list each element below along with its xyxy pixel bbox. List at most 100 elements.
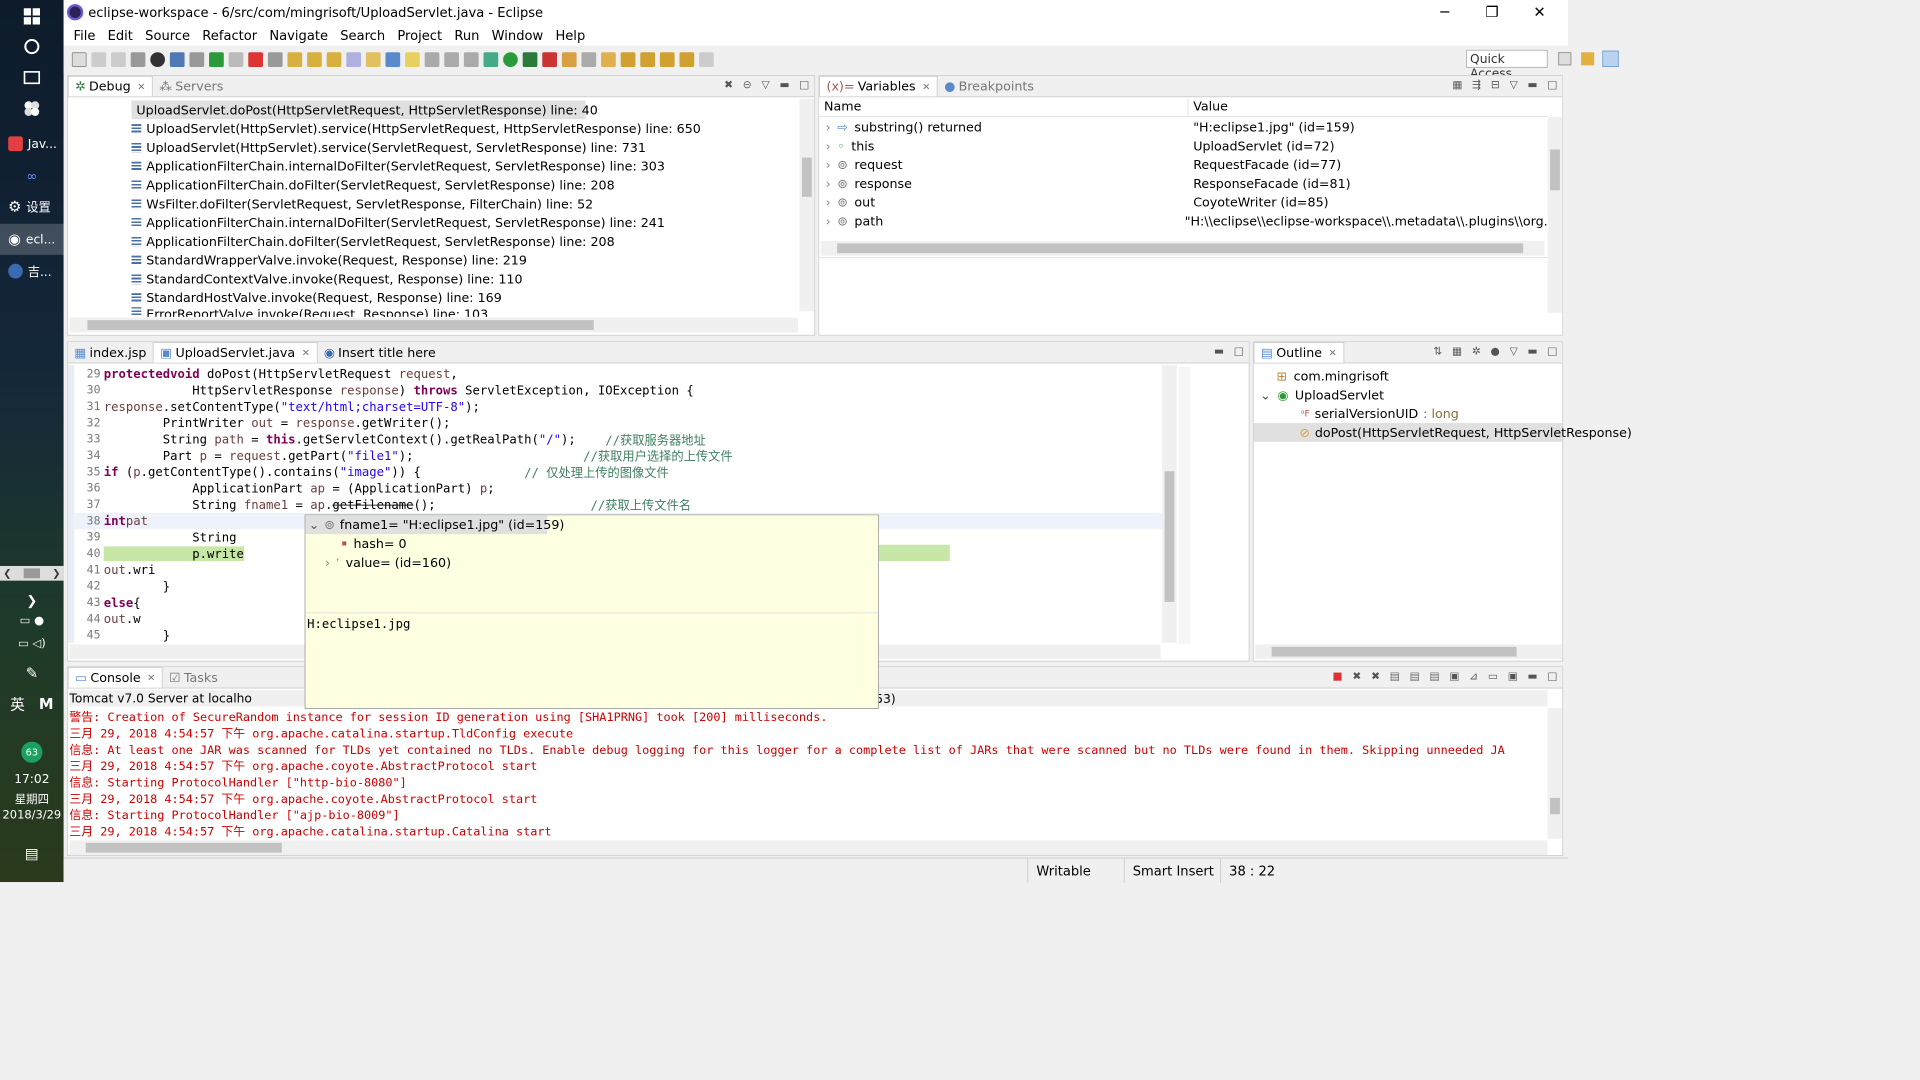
variable-row[interactable]: › ◦ this UploadServlet (id=72) xyxy=(819,136,1547,155)
disconnect-icon[interactable] xyxy=(267,52,283,67)
terminate-icon[interactable] xyxy=(248,52,263,67)
menu-run[interactable]: Run xyxy=(449,27,486,43)
ime-indicator[interactable]: 英 M xyxy=(0,688,64,721)
hide-nonpublic-icon[interactable]: ● xyxy=(1491,345,1500,357)
menu-search[interactable]: Search xyxy=(335,27,392,43)
show-logical-structure-icon[interactable]: ⇶ xyxy=(1472,79,1481,91)
debug-perspective-icon[interactable] xyxy=(1602,50,1619,67)
network-volume-icon[interactable]: ▭ ◁) xyxy=(0,627,64,660)
hide-static-icon[interactable]: ✲ xyxy=(1472,345,1481,357)
taskbar-app-browser[interactable]: 吉... xyxy=(0,256,64,287)
stack-frame[interactable]: UploadServlet(HttpServlet).service(Servl… xyxy=(131,138,789,157)
menu-source[interactable]: Source xyxy=(140,27,197,43)
tab-console[interactable]: ▭ Console ✕ xyxy=(67,667,163,688)
menu-file[interactable]: File xyxy=(69,27,103,43)
save-all-icon[interactable] xyxy=(111,52,126,67)
close-tab-icon[interactable]: ✕ xyxy=(302,347,310,358)
external-tools-icon[interactable] xyxy=(542,52,557,67)
tab-tasks[interactable]: ☑ Tasks xyxy=(163,667,225,687)
step-into-icon[interactable] xyxy=(287,52,303,67)
console-horizontal-scrollbar[interactable] xyxy=(69,840,1548,856)
menu-edit[interactable]: Edit xyxy=(103,27,141,43)
suspend-icon[interactable] xyxy=(228,52,244,67)
collapse-all-icon[interactable]: ⊟ xyxy=(1491,79,1500,91)
open-type-icon[interactable] xyxy=(385,52,401,67)
clock-time[interactable]: 17:02 xyxy=(0,772,64,787)
menu-refactor[interactable]: Refactor xyxy=(197,27,264,43)
editor-vertical-scrollbar[interactable] xyxy=(1162,365,1177,643)
popup-child-row[interactable]: ▪ hash= 0 xyxy=(305,534,878,553)
tab-debug[interactable]: ✲ Debug ✕ xyxy=(67,75,153,97)
hide-fields-icon[interactable]: ▦ xyxy=(1452,345,1462,357)
infinity-icon[interactable]: ∞ xyxy=(0,159,64,192)
stack-frame[interactable]: StandardWrapperValve.invoke(Request, Res… xyxy=(131,251,789,270)
run-icon[interactable] xyxy=(503,52,518,67)
popup-vertical-scrollbar[interactable] xyxy=(862,613,878,692)
console-vertical-scrollbar[interactable] xyxy=(1547,708,1563,839)
toolbar-icon[interactable] xyxy=(581,52,597,67)
view-menu-icon[interactable]: ⊝ xyxy=(743,79,752,91)
minimize-view-icon[interactable]: ▬ xyxy=(1528,345,1538,357)
menu-project[interactable]: Project xyxy=(392,27,449,43)
sort-icon[interactable]: ⇅ xyxy=(1433,345,1442,357)
taskbar-app-settings[interactable]: ⚙ 设置 xyxy=(0,191,64,222)
pinwheel-app-icon[interactable] xyxy=(0,92,64,125)
minimize-view-icon[interactable]: ▬ xyxy=(1528,79,1538,91)
minimize-view-icon[interactable]: ▬ xyxy=(1214,345,1224,357)
terminate-icon[interactable]: ■ xyxy=(1333,671,1343,683)
display-console-icon[interactable]: ▭ xyxy=(1488,671,1498,683)
step-over-icon[interactable] xyxy=(307,52,322,67)
toolbar-icon[interactable] xyxy=(463,52,479,67)
maximize-view-icon[interactable]: □ xyxy=(1547,345,1557,357)
quick-access-input[interactable]: Quick Access xyxy=(1465,49,1548,81)
close-tab-icon[interactable]: ✕ xyxy=(922,81,930,92)
print-icon[interactable] xyxy=(130,52,146,67)
minimize-view-icon[interactable]: ▬ xyxy=(779,79,789,91)
resume-icon[interactable] xyxy=(209,52,224,67)
expand-chevron-icon[interactable]: › xyxy=(826,176,831,191)
debug-run-icon[interactable] xyxy=(483,52,499,67)
coverage-icon[interactable] xyxy=(522,52,538,67)
pin-console-icon[interactable]: ⊿ xyxy=(1469,671,1478,683)
remove-launch-icon[interactable]: ✖ xyxy=(1352,671,1361,683)
stack-frame[interactable]: ApplicationFilterChain.internalDoFilter(… xyxy=(131,213,789,232)
column-header-value[interactable]: Value xyxy=(1188,99,1228,116)
chevron-right-icon[interactable]: ❯ xyxy=(52,568,60,579)
notification-badge[interactable]: 63 xyxy=(21,741,43,763)
variable-hover-popup[interactable]: ⌄ ⊚ fname1= "H:eclipse1.jpg" (id=159) ▪ has… xyxy=(304,514,879,709)
taskbar-app-java[interactable]: Jav... xyxy=(0,128,64,159)
stack-frame[interactable]: ApplicationFilterChain.doFilter(ServletR… xyxy=(131,232,789,251)
task-view-icon[interactable] xyxy=(0,61,64,94)
menu-help[interactable]: Help xyxy=(551,27,593,43)
taskbar-scroller[interactable]: ❮ ❯ xyxy=(0,565,64,581)
dropdown-icon[interactable]: ▽ xyxy=(1510,345,1518,357)
menu-navigate[interactable]: Navigate xyxy=(264,27,335,43)
variable-row[interactable]: › ⊚ response ResponseFacade (id=81) xyxy=(819,174,1547,193)
step-return-icon[interactable] xyxy=(326,52,342,67)
expand-chevron-icon[interactable]: › xyxy=(826,214,831,229)
skip-breakpoints-icon[interactable] xyxy=(189,52,205,67)
expand-chevron-icon[interactable]: › xyxy=(826,120,831,135)
stack-frame[interactable]: UploadServlet(HttpServlet).service(HttpS… xyxy=(131,119,789,138)
show-on-output-icon[interactable]: ▣ xyxy=(1449,671,1459,683)
column-header-name[interactable]: Name xyxy=(819,98,1189,116)
tab-servers[interactable]: ⁂ Servers xyxy=(153,76,230,96)
dropdown-icon[interactable]: ▽ xyxy=(761,79,769,91)
last-edit-icon[interactable] xyxy=(659,52,675,67)
tab-insert-title[interactable]: ◉ Insert title here xyxy=(317,342,442,362)
chevron-right-icon[interactable]: › xyxy=(325,555,330,570)
chevron-down-icon[interactable]: ⌄ xyxy=(1260,388,1271,403)
tab-index-jsp[interactable]: ▦ index.jsp xyxy=(68,342,153,362)
popup-child-row[interactable]: › ᶠ value= (id=160) xyxy=(305,553,878,572)
tab-breakpoints[interactable]: ● Breakpoints xyxy=(938,76,1041,96)
tab-variables[interactable]: (x)= Variables ✕ xyxy=(819,75,938,97)
minimize-view-icon[interactable]: ▬ xyxy=(1528,671,1538,683)
highlight-icon[interactable] xyxy=(405,52,420,67)
outline-horizontal-scrollbar[interactable] xyxy=(1255,644,1563,660)
console-output[interactable]: 警告: Creation of SecureRandom instance fo… xyxy=(69,708,1547,839)
taskbar-app-eclipse[interactable]: ◉ ecl... xyxy=(0,223,64,255)
pen-icon[interactable]: ✎ xyxy=(0,657,64,690)
next-annotation-icon[interactable] xyxy=(620,52,636,67)
action-center-icon[interactable]: ▤ xyxy=(0,837,64,870)
variable-row[interactable]: › ⇨ substring() returned "H:eclipse1.jpg" (… xyxy=(819,118,1547,137)
